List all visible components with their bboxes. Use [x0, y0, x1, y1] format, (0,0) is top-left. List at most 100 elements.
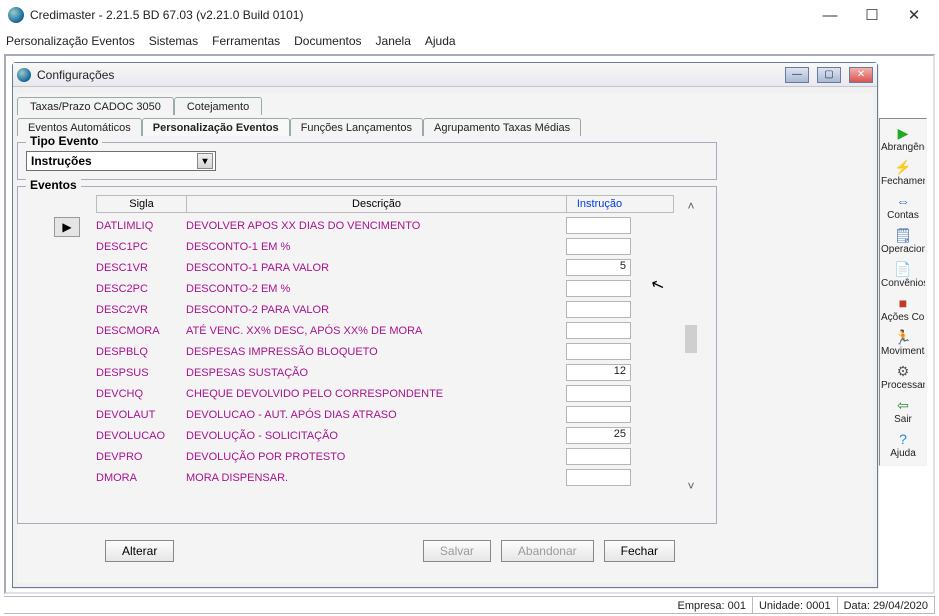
minimize-button[interactable]: — — [809, 1, 851, 29]
toolbar-item[interactable]: ▶Abrangência — [882, 123, 924, 155]
tabs-sub: Eventos Automáticos Personalização Event… — [17, 114, 873, 136]
toolbar-item[interactable]: 📄Convênios — [882, 259, 924, 291]
cell-sigla: DESC2PC — [96, 283, 186, 295]
status-unidade: Unidade: 0001 — [753, 596, 838, 614]
tab-taxas-prazo[interactable]: Taxas/Prazo CADOC 3050 — [17, 97, 174, 115]
alterar-button[interactable]: Alterar — [105, 540, 174, 562]
cell-instrucao[interactable] — [566, 343, 631, 360]
tab-agrupamento-taxas[interactable]: Agrupamento Taxas Médias — [423, 118, 581, 136]
table-row[interactable]: DESC1VRDESCONTO-1 PARA VALOR5 — [96, 257, 674, 278]
tab-funcoes-lancamentos[interactable]: Funções Lançamentos — [290, 118, 423, 136]
tipo-evento-value: Instruções — [31, 154, 197, 168]
table-row[interactable]: DESC1PCDESCONTO-1 EM % — [96, 236, 674, 257]
close-button[interactable]: ✕ — [893, 1, 935, 29]
table-row[interactable]: DESPSUSDESPESAS SUSTAÇÃO12 — [96, 362, 674, 383]
toolbar-item[interactable]: ⇦Sair — [882, 395, 924, 427]
scrollbar[interactable]: ˄ ˅ — [674, 195, 708, 495]
cell-instrucao[interactable] — [566, 448, 631, 465]
cell-sigla: DEVCHQ — [96, 388, 186, 400]
scroll-thumb[interactable] — [685, 325, 697, 353]
cell-descricao: DESCONTO-2 EM % — [186, 283, 566, 295]
cell-instrucao[interactable] — [566, 385, 631, 402]
cell-instrucao[interactable] — [566, 238, 631, 255]
scroll-track[interactable] — [684, 215, 698, 477]
toolbar-item[interactable]: ⚙Processam... — [882, 361, 924, 393]
cell-instrucao[interactable] — [566, 217, 631, 234]
scroll-down-icon[interactable]: ˅ — [683, 477, 699, 495]
child-minimize-button[interactable]: — — [785, 67, 809, 83]
menu-item[interactable]: Janela — [376, 34, 411, 48]
toolbar-item[interactable]: ?Ajuda — [882, 429, 924, 461]
cell-instrucao[interactable] — [566, 406, 631, 423]
toolbar-item-icon: 📄 — [892, 261, 914, 277]
config-window: Configurações — ▢ ✕ Taxas/Prazo CADOC 30… — [12, 62, 878, 588]
toolbar-item[interactable]: ■Ações Cob. — [882, 293, 924, 325]
col-descricao[interactable]: Descrição — [187, 196, 567, 212]
table-row[interactable]: DATLIMLIQDEVOLVER APOS XX DIAS DO VENCIM… — [96, 215, 674, 236]
current-row-marker[interactable]: ▶ — [54, 217, 80, 237]
cell-instrucao[interactable]: 25 — [566, 427, 631, 444]
table-row[interactable]: DESCMORAATÉ VENC. XX% DESC, APÓS XX% DE … — [96, 320, 674, 341]
status-bar: Empresa: 001 Unidade: 0001 Data: 29/04/2… — [4, 596, 935, 614]
scroll-up-icon[interactable]: ˄ — [683, 197, 699, 215]
config-title-bar[interactable]: Configurações — ▢ ✕ — [13, 63, 877, 87]
abandonar-button: Abandonar — [501, 540, 594, 562]
col-instrucao[interactable]: Instrução — [567, 196, 632, 212]
config-icon — [17, 68, 31, 82]
cell-instrucao[interactable] — [566, 322, 631, 339]
tab-personalizacao-eventos[interactable]: Personalização Eventos — [142, 118, 290, 136]
table-row[interactable]: DEVCHQCHEQUE DEVOLVIDO PELO CORRESPONDEN… — [96, 383, 674, 404]
menu-item[interactable]: Ajuda — [425, 34, 456, 48]
table-row[interactable]: DESPBLQDESPESAS IMPRESSÃO BLOQUETO — [96, 341, 674, 362]
app-icon — [8, 7, 24, 23]
cell-descricao: DESCONTO-2 PARA VALOR — [186, 304, 566, 316]
cell-descricao: DEVOLUCAO - AUT. APÓS DIAS ATRASO — [186, 409, 566, 421]
cell-descricao: DESCONTO-1 EM % — [186, 241, 566, 253]
status-data: Data: 29/04/2020 — [838, 596, 935, 614]
menu-item[interactable]: Personalização Eventos — [6, 34, 135, 48]
buttons-row: Alterar Salvar Abandonar Fechar — [17, 540, 873, 562]
table-row[interactable]: DMORAMORA DISPENSAR. — [96, 467, 674, 488]
tab-cotejamento[interactable]: Cotejamento — [174, 97, 262, 115]
toolbar-item[interactable]: 🏃Movimenta... — [882, 327, 924, 359]
toolbar-item[interactable]: ⚡Fechamento — [882, 157, 924, 189]
menu-item[interactable]: Ferramentas — [212, 34, 280, 48]
toolbar-item-label: Abrangência — [881, 142, 925, 153]
menu-item[interactable]: Sistemas — [149, 34, 198, 48]
toolbar-item-icon: ⚙ — [892, 363, 914, 379]
cell-instrucao[interactable]: 12 — [566, 364, 631, 381]
eventos-group: Eventos ▶ Sigla Descrição Instrução DATL… — [17, 186, 717, 524]
toolbar-item-label: Sair — [894, 414, 912, 425]
cell-descricao: DEVOLUÇÃO - SOLICITAÇÃO — [186, 430, 566, 442]
cell-instrucao[interactable] — [566, 469, 631, 486]
cell-instrucao[interactable]: 5 — [566, 259, 631, 276]
child-maximize-button[interactable]: ▢ — [817, 67, 841, 83]
tipo-evento-legend: Tipo Evento — [26, 134, 102, 148]
tipo-evento-group: Tipo Evento Instruções ▾ — [17, 142, 717, 180]
table-row[interactable]: DEVPRODEVOLUÇÃO POR PROTESTO — [96, 446, 674, 467]
cell-descricao: DEVOLVER APOS XX DIAS DO VENCIMENTO — [186, 220, 566, 232]
table-row[interactable]: DEVOLAUTDEVOLUCAO - AUT. APÓS DIAS ATRAS… — [96, 404, 674, 425]
cell-descricao: MORA DISPENSAR. — [186, 472, 566, 484]
toolbar-item[interactable]: ⇔Contas — [882, 191, 924, 223]
col-sigla[interactable]: Sigla — [97, 196, 187, 212]
menu-item[interactable]: Documentos — [294, 34, 361, 48]
cell-descricao: DESPESAS IMPRESSÃO BLOQUETO — [186, 346, 566, 358]
toolbar-item[interactable]: 🗒Operacional — [882, 225, 924, 257]
maximize-button[interactable]: ☐ — [851, 1, 893, 29]
table-row[interactable]: DESC2PCDESCONTO-2 EM % — [96, 278, 674, 299]
cell-instrucao[interactable] — [566, 280, 631, 297]
cell-descricao: ATÉ VENC. XX% DESC, APÓS XX% DE MORA — [186, 325, 566, 337]
cell-instrucao[interactable] — [566, 301, 631, 318]
table-row[interactable]: DESC2VRDESCONTO-2 PARA VALOR — [96, 299, 674, 320]
app-title-bar: Credimaster - 2.21.5 BD 67.03 (v2.21.0 B… — [0, 0, 939, 30]
status-empresa: Empresa: 001 — [671, 596, 753, 614]
table-row[interactable]: DEVOLUCAODEVOLUÇÃO - SOLICITAÇÃO25 — [96, 425, 674, 446]
cell-descricao: DESPESAS SUSTAÇÃO — [186, 367, 566, 379]
fechar-button[interactable]: Fechar — [604, 540, 675, 562]
child-close-button[interactable]: ✕ — [849, 67, 873, 83]
cell-descricao: CHEQUE DEVOLVIDO PELO CORRESPONDENTE — [186, 388, 566, 400]
tipo-evento-select[interactable]: Instruções ▾ — [26, 151, 216, 171]
toolbar-item-label: Ações Cob. — [881, 312, 925, 323]
chevron-down-icon[interactable]: ▾ — [197, 153, 213, 169]
